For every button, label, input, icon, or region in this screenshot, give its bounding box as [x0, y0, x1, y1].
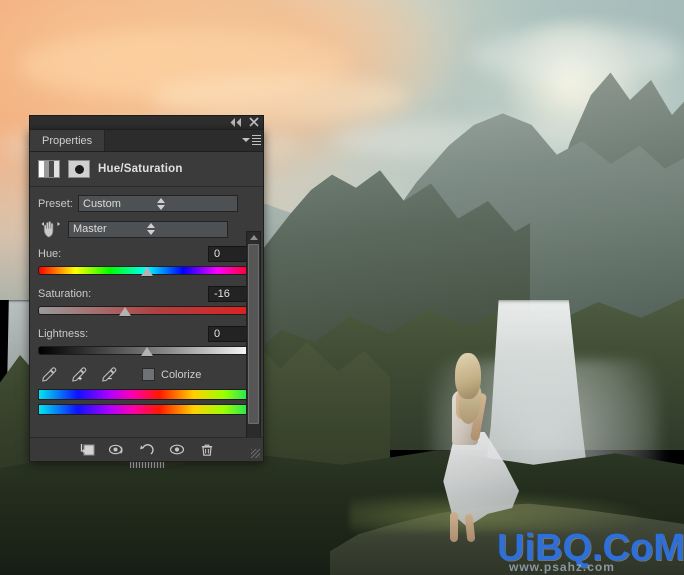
properties-panel: Properties Hue/Saturation Preset: Custom…: [29, 129, 264, 468]
close-icon[interactable]: [249, 117, 259, 127]
chevron-updown-icon[interactable]: [157, 197, 231, 210]
chevron-updown-icon[interactable]: [147, 223, 221, 235]
page-title: Hue/Saturation: [98, 163, 183, 175]
lightness-slider-thumb[interactable]: [140, 347, 153, 356]
tab-properties[interactable]: Properties: [30, 130, 106, 151]
channel-row: Master: [38, 219, 255, 239]
panel-footer-toolbar: [30, 437, 263, 468]
color-range-spectrum-top: [38, 389, 255, 400]
colorize-label: Colorize: [161, 368, 202, 381]
scroll-up-arrow[interactable]: [247, 232, 260, 242]
clip-to-layer-button[interactable]: [72, 439, 102, 461]
hue-slider[interactable]: [38, 265, 255, 276]
preset-dropdown[interactable]: Custom: [78, 195, 238, 212]
preset-value: Custom: [83, 197, 121, 210]
panel-resize-grip[interactable]: [251, 449, 260, 458]
hamburger-lines-icon: [252, 135, 261, 145]
delete-adjustment-layer-button[interactable]: [192, 439, 222, 461]
saturation-label: Saturation:: [38, 288, 92, 300]
eyedropper-row: Colorize: [40, 366, 255, 383]
saturation-slider-track: [38, 306, 255, 315]
watermark: UiBQ.CoM www.psahz.com: [497, 528, 684, 574]
adjustment-title-row: Hue/Saturation: [30, 152, 263, 187]
channel-value: Master: [73, 223, 107, 235]
panel-body: Preset: Custom Master Hue: 0 Saturation:…: [30, 187, 263, 449]
toggle-layer-visibility-button[interactable]: [162, 439, 192, 461]
hue-slider-thumb[interactable]: [140, 267, 153, 276]
panel-tab-bar: Properties: [30, 130, 263, 152]
on-image-adjustment-hand-icon[interactable]: [38, 219, 64, 239]
watermark-sub-text: www.psahz.com: [509, 560, 615, 574]
reset-button[interactable]: [132, 439, 162, 461]
lightness-label: Lightness:: [38, 328, 89, 340]
panel-bottom-drag-handle[interactable]: [129, 462, 164, 468]
saturation-value: -16: [214, 288, 230, 300]
hue-saturation-adjustment-thumbnail[interactable]: [38, 160, 60, 178]
saturation-row: Saturation: -16: [38, 286, 255, 302]
panel-menu-icon[interactable]: [242, 134, 261, 146]
tab-bar-filler: [105, 130, 263, 151]
eyedropper-subtract-icon[interactable]: [100, 366, 117, 383]
collapse-arrows-icon[interactable]: [230, 117, 242, 127]
tab-properties-label: Properties: [42, 134, 93, 147]
lightness-value: 0: [214, 328, 221, 340]
color-range-spectrum-bottom[interactable]: [38, 404, 255, 415]
channel-dropdown[interactable]: Master: [68, 220, 228, 238]
chevron-down-icon: [242, 138, 250, 142]
lightness-row: Lightness: 0: [38, 326, 255, 342]
layer-mask-thumbnail[interactable]: [68, 160, 90, 178]
hue-row: Hue: 0: [38, 246, 255, 262]
saturation-slider-thumb[interactable]: [118, 307, 131, 316]
preset-row: Preset: Custom: [38, 195, 255, 212]
hue-value: 0: [214, 248, 221, 260]
saturation-slider[interactable]: [38, 305, 255, 316]
colorize-checkbox[interactable]: [142, 368, 155, 381]
lightness-slider[interactable]: [38, 345, 255, 356]
preset-label: Preset:: [38, 197, 73, 210]
toggle-previous-state-button[interactable]: [102, 439, 132, 461]
panel-scrollbar[interactable]: [246, 231, 261, 446]
scrollbar-thumb[interactable]: [248, 244, 259, 424]
hue-label: Hue:: [38, 248, 62, 260]
mask-dot-icon: [74, 164, 84, 174]
eyedropper-sample-icon[interactable]: [40, 366, 57, 383]
eyedropper-add-icon[interactable]: [70, 366, 87, 383]
screenshot-canvas: UiBQ.CoM www.psahz.com Properties Hue/Sa…: [0, 0, 684, 575]
